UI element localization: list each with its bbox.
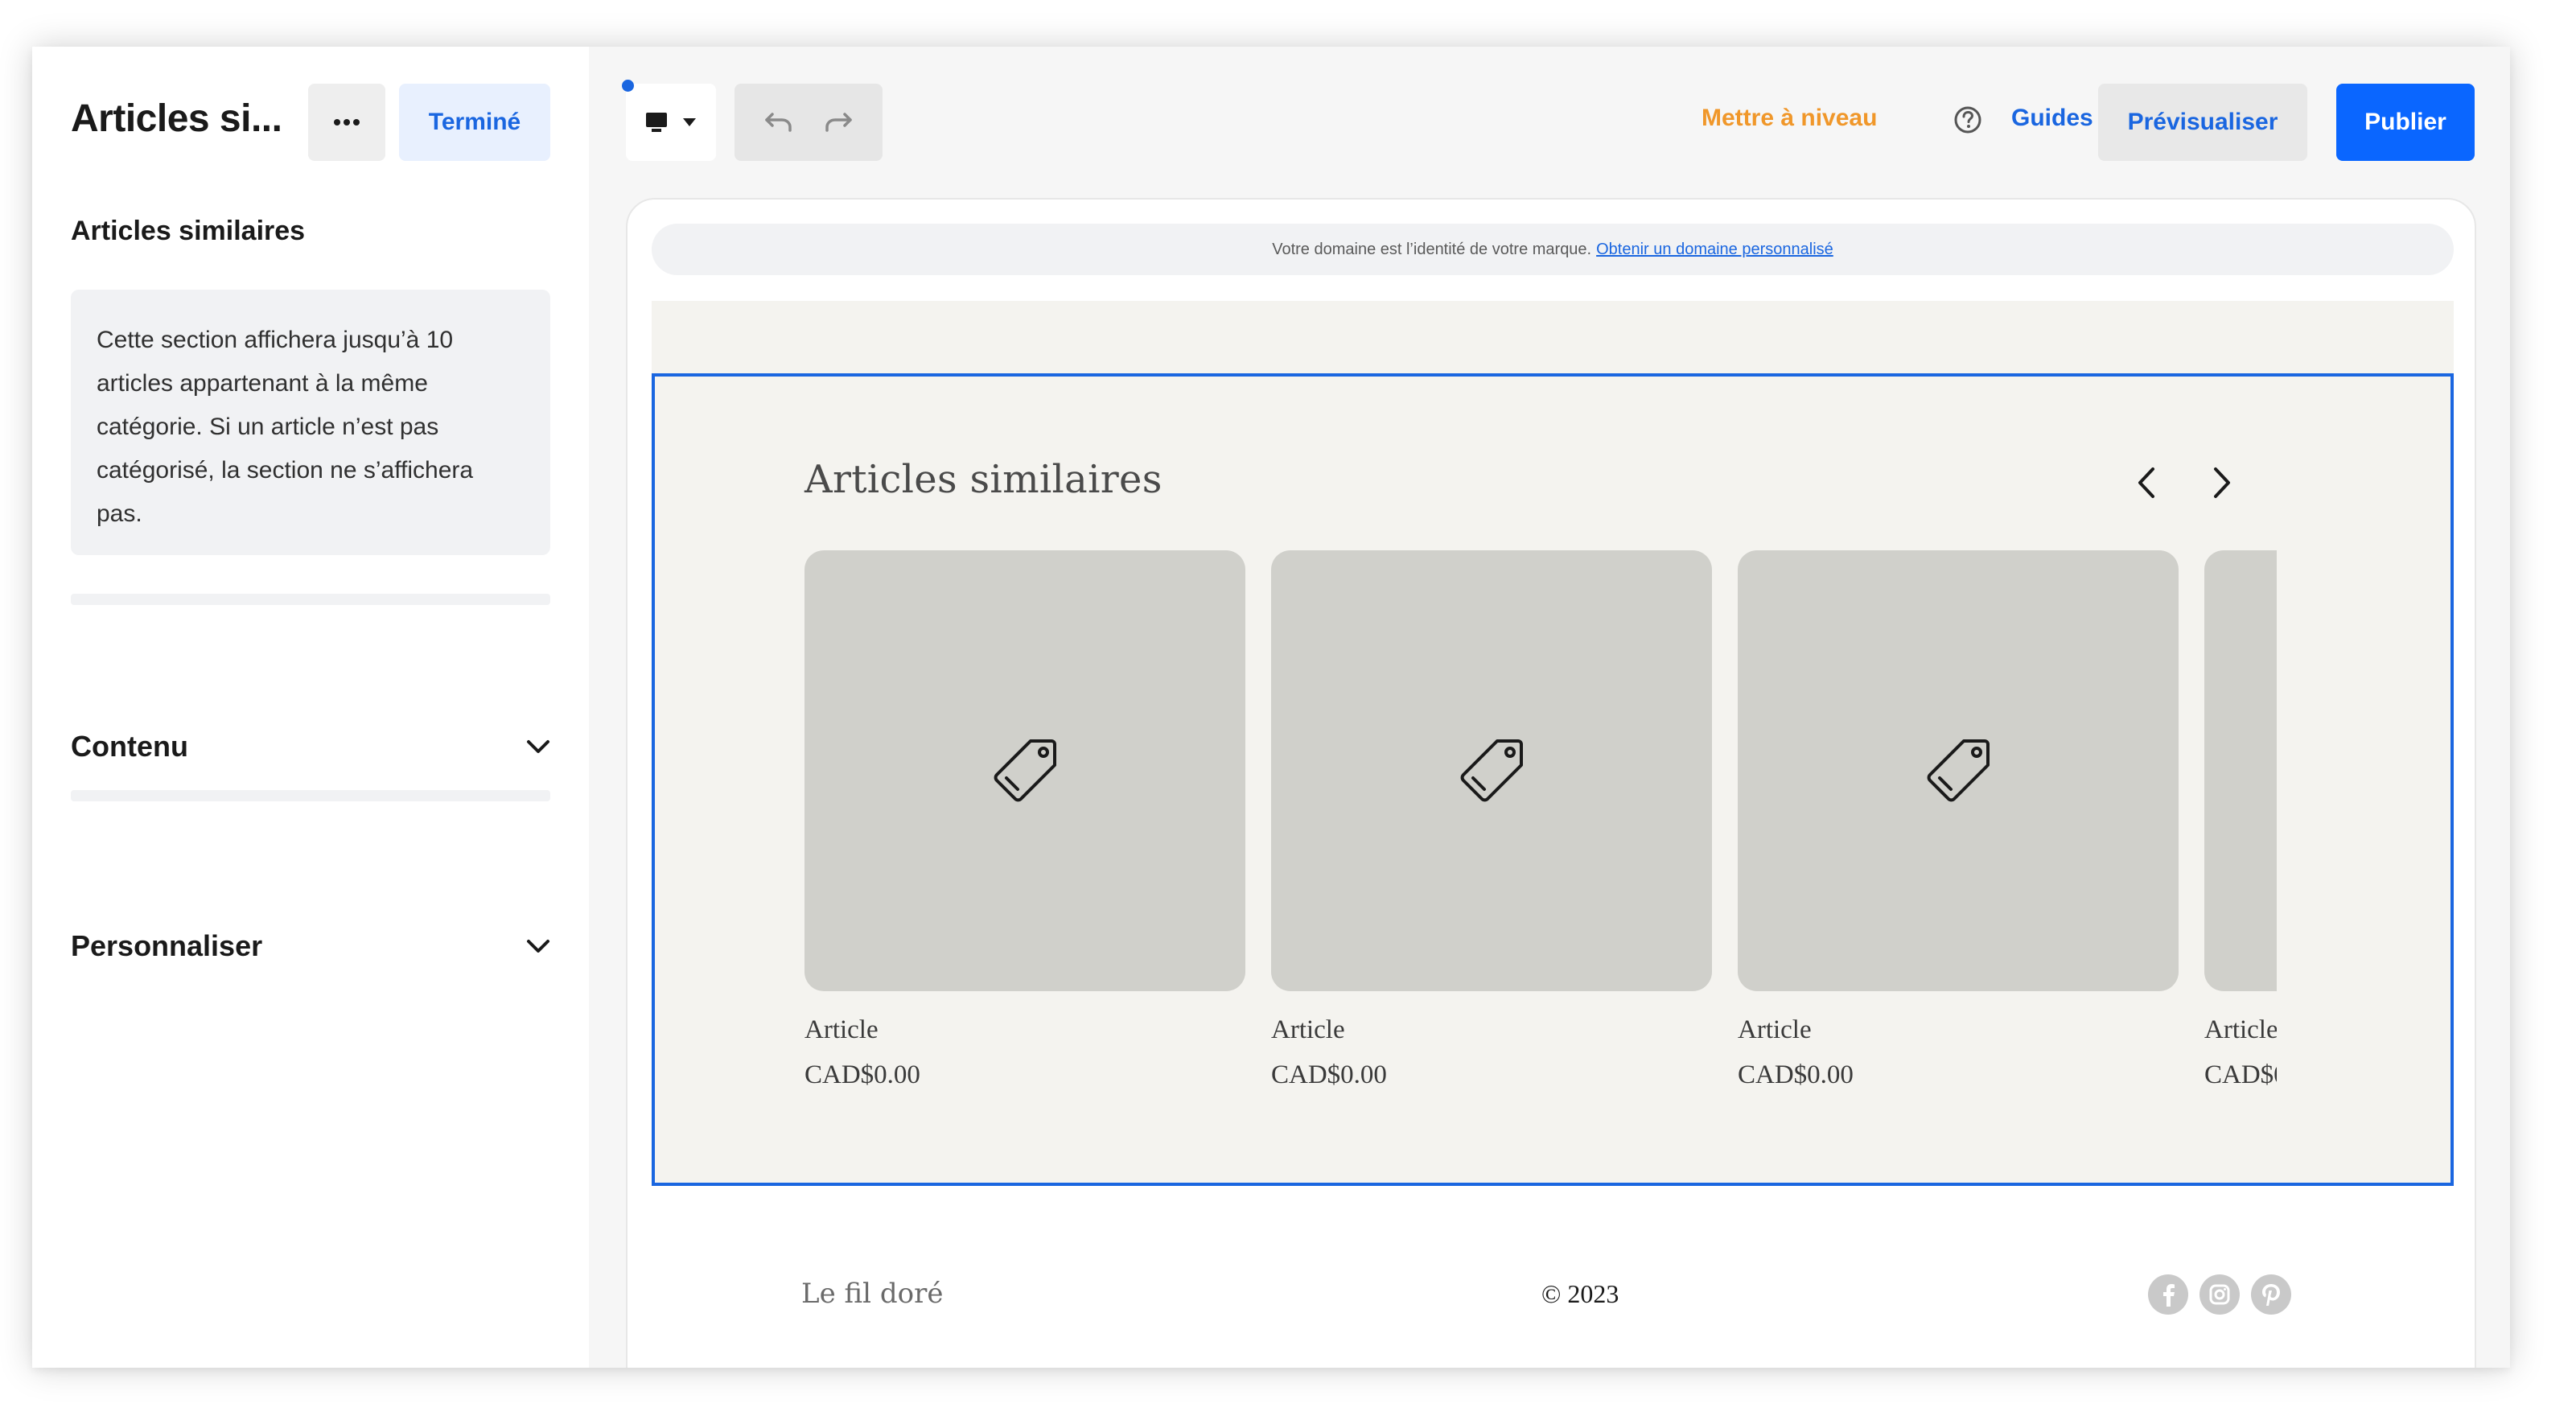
price-tag-icon	[1460, 739, 1523, 802]
price-tag-icon	[994, 739, 1056, 802]
more-horizontal-icon	[334, 119, 360, 126]
site-preview-frame: Votre domaine est l’identité de votre ma…	[626, 198, 2476, 1368]
related-articles-title: Articles similaires	[804, 457, 1162, 502]
instagram-icon[interactable]	[2199, 1274, 2240, 1315]
undo-button[interactable]	[755, 98, 803, 146]
accordion-label: Contenu	[71, 730, 188, 763]
undo-redo-group	[735, 84, 883, 161]
page-header-area	[652, 301, 2454, 373]
product-price: CAD$0.00	[1271, 1060, 1387, 1089]
section-heading: Articles similaires	[71, 216, 306, 246]
product-image-placeholder	[804, 550, 1245, 991]
sidebar-divider	[71, 790, 550, 801]
chevron-down-icon	[527, 940, 549, 953]
accordion-label: Personnaliser	[71, 929, 263, 962]
product-card[interactable]: Article CAD$0.00	[1738, 550, 2179, 1089]
publish-button[interactable]: Publier	[2336, 84, 2475, 161]
more-options-button[interactable]	[308, 84, 385, 161]
product-name: Article	[804, 1015, 879, 1044]
upgrade-link[interactable]: Mettre à niveau	[1702, 105, 1877, 132]
product-name: Article	[1271, 1015, 1345, 1044]
product-card[interactable]: Article CAD$0.00	[804, 550, 1245, 1089]
accordion-personnaliser[interactable]: Personnaliser	[71, 922, 550, 970]
product-card[interactable]: Article CAD$0.00	[2204, 550, 2277, 1089]
product-price: CAD$0.00	[804, 1060, 920, 1089]
desktop-icon	[646, 113, 667, 132]
sidebar-title: Articles si...	[71, 97, 282, 140]
carousel-next-button[interactable]	[2199, 460, 2245, 505]
editor-window: Articles si... Terminé Articles similair…	[32, 47, 2510, 1368]
facebook-icon[interactable]	[2148, 1274, 2188, 1315]
device-switcher-button[interactable]	[626, 84, 716, 161]
done-button[interactable]: Terminé	[399, 84, 550, 161]
domain-banner: Votre domaine est l’identité de votre ma…	[652, 224, 2454, 275]
chevron-right-icon	[2214, 467, 2230, 498]
undo-icon	[765, 113, 792, 132]
facebook-glyph	[2163, 1284, 2175, 1307]
product-image-placeholder	[1271, 550, 1712, 991]
product-name: Article	[1738, 1015, 1812, 1044]
question-circle-icon[interactable]	[1953, 105, 1982, 134]
section-info-text: Cette section affichera jusqu’à 10 artic…	[97, 327, 474, 527]
product-card[interactable]: Article CAD$0.00	[1271, 550, 1712, 1089]
redo-button[interactable]	[814, 98, 862, 146]
product-carousel: Article CAD$0.00 Article CAD$0.00 Articl…	[804, 550, 2277, 1113]
carousel-prev-button[interactable]	[2124, 460, 2169, 505]
settings-sidebar: Articles si... Terminé Articles similair…	[32, 47, 589, 1368]
unsaved-indicator-dot	[622, 80, 634, 92]
product-price: CAD$0.00	[1738, 1060, 1854, 1089]
footer-brand: Le fil doré	[801, 1278, 944, 1310]
caret-down-icon	[683, 118, 696, 126]
product-image-placeholder	[1738, 550, 2179, 991]
sidebar-divider	[71, 594, 550, 605]
accordion-contenu[interactable]: Contenu	[71, 722, 550, 771]
section-info-box: Cette section affichera jusqu’à 10 artic…	[71, 290, 550, 555]
guides-link[interactable]: Guides	[2011, 105, 2093, 132]
product-name: Article	[2204, 1015, 2277, 1044]
price-tag-icon	[1927, 739, 1990, 802]
redo-icon	[825, 113, 852, 132]
preview-button[interactable]: Prévisualiser	[2098, 84, 2307, 161]
chevron-down-icon	[527, 740, 549, 753]
product-image-placeholder	[2204, 550, 2277, 991]
pinterest-glyph	[2262, 1284, 2280, 1306]
domain-banner-text: Votre domaine est l’identité de votre ma…	[1272, 240, 1592, 258]
related-articles-section[interactable]: Articles similaires Article CAD$0.00 Art…	[652, 373, 2454, 1186]
footer-copyright: © 2023	[1541, 1279, 1619, 1308]
custom-domain-link[interactable]: Obtenir un domaine personnalisé	[1596, 241, 1833, 259]
product-price: CAD$0.00	[2204, 1060, 2277, 1089]
instagram-glyph	[2209, 1284, 2230, 1305]
chevron-left-icon	[2138, 467, 2154, 498]
pinterest-icon[interactable]	[2251, 1274, 2291, 1315]
